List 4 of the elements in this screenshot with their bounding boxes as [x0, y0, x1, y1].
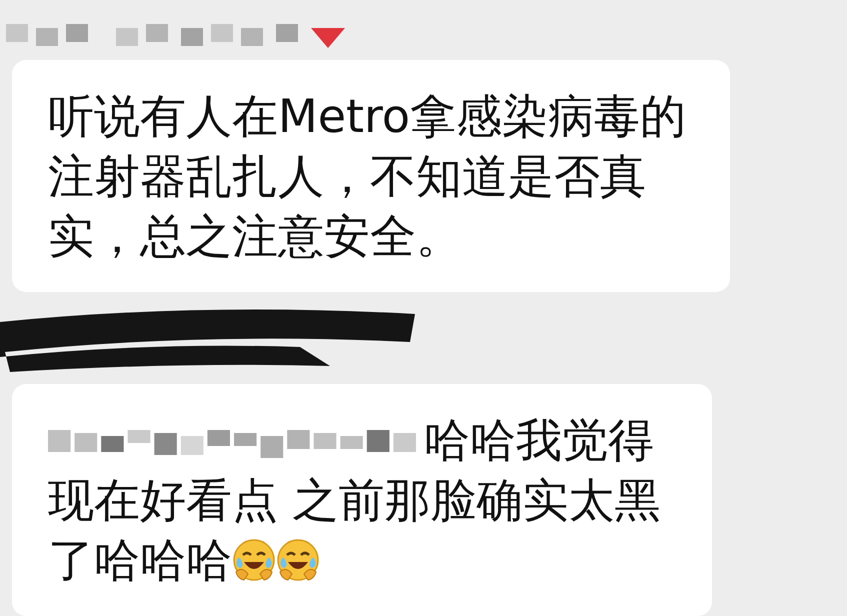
message-text: 听说有人在Metro拿感染病毒的注射器乱扎人，不知道是否真实，总之注意安全。 [48, 88, 688, 265]
laughing-crying-emoji-icon [276, 538, 320, 582]
message-text: 哈哈我觉得现在好看点 之前那脸确实太黑了哈哈哈 [48, 412, 662, 589]
laughing-crying-emoji-icon [232, 538, 276, 582]
